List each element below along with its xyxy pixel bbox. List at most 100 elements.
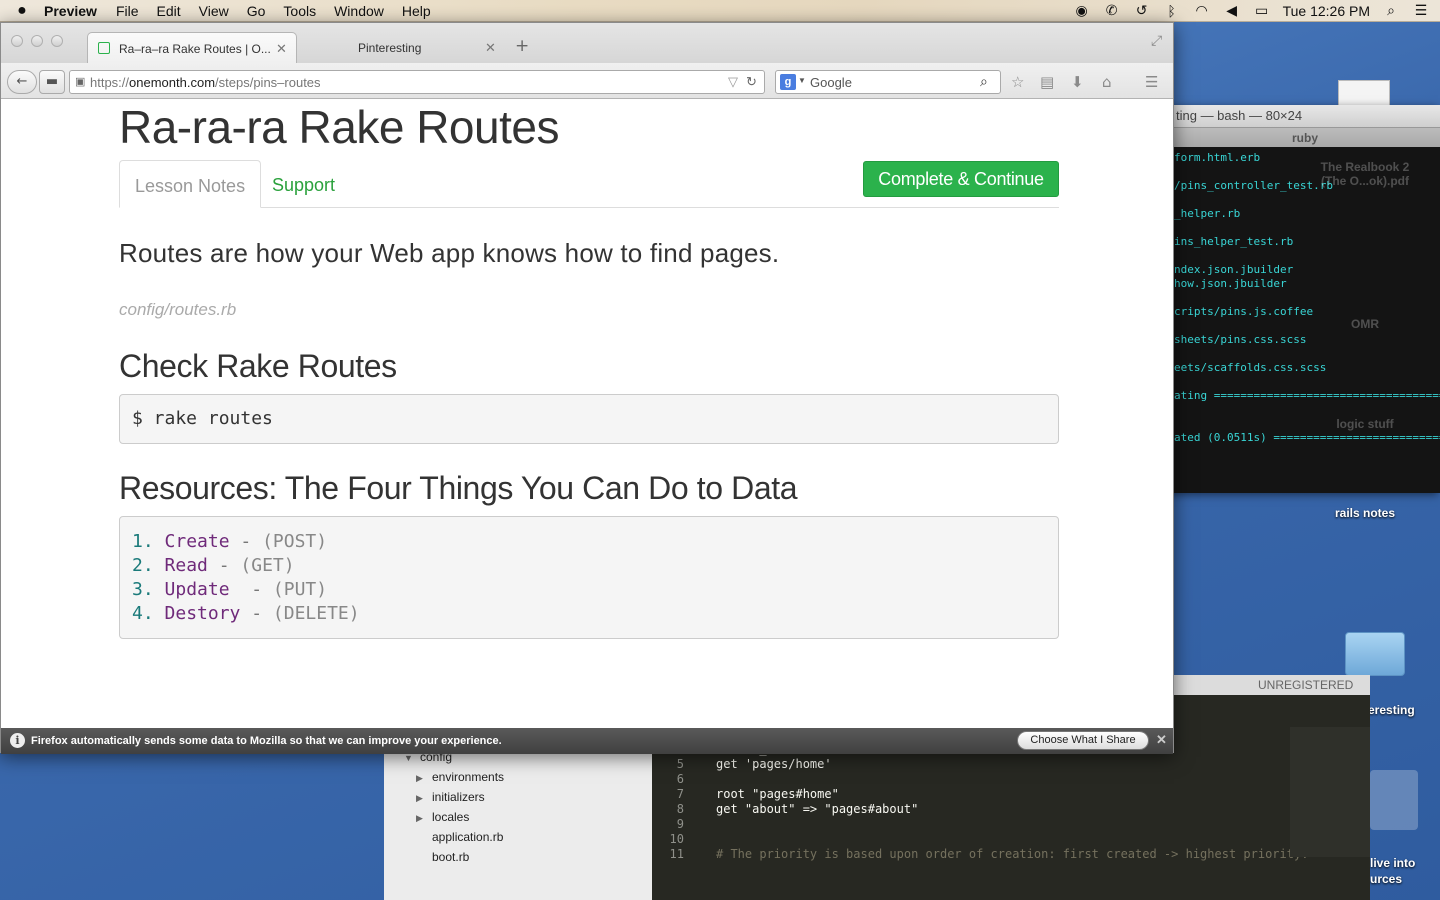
disclosure-closed-icon: ▶ xyxy=(416,793,423,803)
battery-icon[interactable]: ▭ xyxy=(1253,2,1271,19)
url-dropdown-icon[interactable]: ▽ xyxy=(728,74,738,90)
sublime-status-unregistered: UNREGISTERED xyxy=(1174,675,1370,695)
desktop-label-omr: OMR xyxy=(1351,317,1379,331)
tab-close-icon[interactable]: ✕ xyxy=(485,40,496,56)
resource-separator: - xyxy=(229,579,273,600)
tab-title: Pinteresting xyxy=(358,41,422,55)
resource-method: (POST) xyxy=(262,531,328,552)
search-icon[interactable]: ⌕ xyxy=(980,73,988,90)
resource-line: 1. Create - (POST) xyxy=(132,530,1058,554)
url-bar[interactable]: ▣ https://onemonth.com/steps/pins–routes… xyxy=(69,70,765,94)
back-arrow-icon[interactable]: ← xyxy=(7,70,37,94)
desktop-label-pinteresting[interactable]: eresting xyxy=(1368,703,1415,717)
file-tree-item[interactable]: boot.rb xyxy=(384,847,652,867)
tab-groups-icon[interactable]: ▬ xyxy=(39,70,65,94)
resource-verb: Read xyxy=(153,555,208,576)
fullscreen-arrows-icon[interactable]: ⤢ xyxy=(1151,33,1162,49)
apple-menu-icon[interactable]: ● xyxy=(0,2,44,20)
resource-line: 2. Read - (GET) xyxy=(132,554,1058,578)
line-number: 7 xyxy=(676,787,684,801)
google-search-engine-icon[interactable]: g xyxy=(780,74,796,90)
engine-dropdown-icon[interactable]: ▼ xyxy=(798,76,806,85)
desktop-label-rails-notes[interactable]: rails notes xyxy=(1310,506,1420,520)
file-tree-label: boot.rb xyxy=(432,850,470,864)
document-file-icon[interactable] xyxy=(1338,80,1390,108)
page-viewport: Ra-ra-ra Rake Routes Lesson Notes Suppor… xyxy=(1,100,1173,728)
search-placeholder: Google xyxy=(810,75,852,90)
folder-icon[interactable] xyxy=(1345,632,1405,676)
file-path-caption: config/routes.rb xyxy=(119,300,237,319)
navigation-toolbar: ← ▬ ▣ https://onemonth.com/steps/pins–ro… xyxy=(1,63,1173,99)
home-icon[interactable]: ⌂ xyxy=(1102,73,1112,91)
tab-support[interactable]: Support xyxy=(257,160,350,208)
menu-window[interactable]: Window xyxy=(325,3,393,19)
page-title: Ra-ra-ra Rake Routes xyxy=(119,101,559,153)
menu-help[interactable]: Help xyxy=(393,3,440,19)
desktop-label-resources[interactable]: urces xyxy=(1370,872,1402,886)
status-circle-icon[interactable]: ◉ xyxy=(1073,2,1091,19)
volume-icon[interactable]: ◀ xyxy=(1223,2,1241,19)
command-line: $ rake routes xyxy=(132,408,273,429)
tab-pinteresting[interactable]: Pinteresting ✕ xyxy=(301,32,506,63)
phone-icon[interactable]: ✆ xyxy=(1103,2,1121,19)
minimize-window-button[interactable] xyxy=(31,35,43,47)
close-notification-icon[interactable]: ✕ xyxy=(1156,732,1167,748)
notification-center-icon[interactable]: ☰ xyxy=(1412,2,1430,19)
resource-number: 4. xyxy=(132,603,154,624)
code-line: # The priority is based upon order of cr… xyxy=(716,847,1309,861)
tab-rake-routes[interactable]: Ra–ra–ra Rake Routes | O... ✕ xyxy=(87,32,297,63)
resource-line: 3. Update - (PUT) xyxy=(132,578,1058,602)
tab-close-icon[interactable]: ✕ xyxy=(276,41,287,57)
menubar-clock[interactable]: Tue 12:26 PM xyxy=(1283,3,1370,19)
sublime-minimap[interactable] xyxy=(1290,727,1370,857)
wifi-icon[interactable]: ◠ xyxy=(1193,2,1211,19)
bookmarks-list-icon[interactable]: ▤ xyxy=(1040,73,1054,91)
zoom-window-button[interactable] xyxy=(51,35,63,47)
menu-file[interactable]: File xyxy=(107,3,148,19)
desktop-label-dive-into[interactable]: live into xyxy=(1370,856,1415,870)
command-code-block: $ rake routes xyxy=(119,394,1059,444)
line-number: 10 xyxy=(669,832,684,846)
new-tab-plus-icon[interactable]: + xyxy=(515,36,529,56)
resource-method: (GET) xyxy=(240,555,295,576)
desktop-label-realbook: The Realbook 2 (The O...ok).pdf xyxy=(1320,160,1410,188)
downloads-icon[interactable]: ⬇ xyxy=(1071,73,1084,91)
file-tree-item[interactable]: ▶ environments xyxy=(384,767,652,787)
terminal-output: form.html.erb /pins_controller_test.rb _… xyxy=(1174,151,1440,444)
file-tree-item[interactable]: ▶ initializers xyxy=(384,787,652,807)
url-domain: onemonth.com xyxy=(129,75,216,90)
menu-edit[interactable]: Edit xyxy=(148,3,190,19)
terminal-window[interactable]: ting — bash — 80×24 ruby form.html.erb /… xyxy=(1170,105,1440,493)
bluetooth-icon[interactable]: ᛒ xyxy=(1163,3,1181,19)
code-line: get 'pages/home' xyxy=(716,757,832,771)
menu-go[interactable]: Go xyxy=(238,3,275,19)
menu-view[interactable]: View xyxy=(190,3,238,19)
search-bar[interactable]: g ▼ Google ⌕ xyxy=(775,70,1001,94)
file-tree-item[interactable]: application.rb xyxy=(384,827,652,847)
terminal-tab-ruby[interactable]: ruby xyxy=(1170,127,1440,147)
resources-code-block: 1. Create - (POST) 2. Read - (GET) 3. Upda… xyxy=(119,516,1059,639)
notification-text: Firefox automatically sends some data to… xyxy=(31,735,502,747)
menu-hamburger-icon[interactable]: ☰ xyxy=(1145,73,1158,91)
resource-verb: Destory xyxy=(153,603,241,624)
menu-app-name[interactable]: Preview xyxy=(44,3,107,19)
tab-lesson-notes[interactable]: Lesson Notes xyxy=(119,160,262,208)
resource-method: (PUT) xyxy=(272,579,328,600)
reload-icon[interactable]: ↻ xyxy=(746,74,757,90)
menu-tools[interactable]: Tools xyxy=(274,3,325,19)
complete-continue-button[interactable]: Complete & Continue xyxy=(863,161,1059,197)
close-window-button[interactable] xyxy=(11,35,23,47)
spotlight-search-icon[interactable]: ⌕ xyxy=(1382,2,1400,19)
bookmark-star-icon[interactable]: ☆ xyxy=(1011,73,1024,91)
time-machine-icon[interactable]: ↺ xyxy=(1133,2,1151,19)
heading-resources: Resources: The Four Things You Can Do to… xyxy=(119,470,798,506)
disclosure-closed-icon: ▶ xyxy=(416,773,423,783)
line-number: 8 xyxy=(676,802,684,816)
screenshot-thumbnail-icon[interactable] xyxy=(1370,770,1418,830)
file-tree-item[interactable]: ▶ locales xyxy=(384,807,652,827)
choose-what-i-share-button[interactable]: Choose What I Share xyxy=(1017,731,1149,750)
resource-number: 3. xyxy=(132,579,154,600)
line-number: 5 xyxy=(676,757,684,771)
